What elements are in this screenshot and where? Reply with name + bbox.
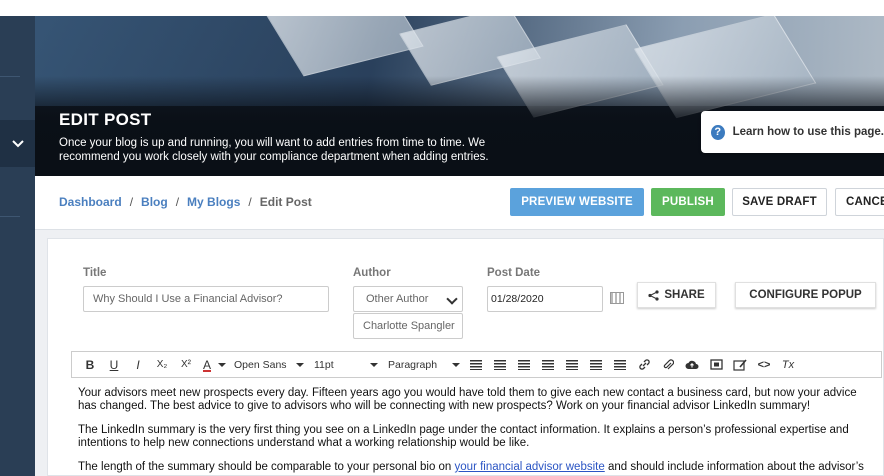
post-date-input[interactable]: 01/28/2020 — [487, 286, 603, 312]
caret-down-icon — [296, 363, 304, 367]
block-format-value: Paragraph — [388, 358, 438, 371]
sidebar-divider — [0, 216, 20, 217]
font-family-select[interactable]: Open Sans — [228, 352, 308, 377]
caret-down-icon — [370, 363, 378, 367]
superscript-button[interactable]: X² — [174, 352, 198, 377]
indent-icon[interactable] — [560, 352, 584, 377]
font-size-select[interactable]: 11pt — [308, 352, 382, 377]
share-button-label: SHARE — [664, 289, 705, 301]
breadcrumb-separator: / — [175, 195, 180, 209]
bullet-list-icon[interactable] — [584, 352, 608, 377]
font-size-value: 11pt — [314, 358, 334, 371]
link-icon[interactable] — [632, 352, 656, 377]
breadcrumb: Dashboard / Blog / My Blogs / Edit Post — [59, 195, 312, 209]
align-left-icon[interactable] — [464, 352, 488, 377]
breadcrumb-my-blogs[interactable]: My Blogs — [187, 195, 240, 209]
code-icon[interactable]: <> — [752, 352, 776, 377]
author-select[interactable]: Other Author — [353, 286, 463, 312]
title-input[interactable]: Why Should I Use a Financial Advisor? — [83, 286, 329, 312]
chevron-down-icon — [11, 139, 24, 147]
breadcrumb-dashboard[interactable]: Dashboard — [59, 195, 122, 209]
author-name-input[interactable]: Charlotte Spangler — [353, 313, 463, 339]
financial-advisor-website-link[interactable]: your financial advisor website — [455, 461, 605, 473]
font-family-value: Open Sans — [234, 358, 287, 371]
author-label: Author — [353, 267, 391, 279]
editor-text: The length of the summary should be comp… — [78, 461, 455, 473]
caret-down-icon — [218, 363, 226, 367]
breadcrumb-blog[interactable]: Blog — [141, 195, 168, 209]
sidebar-toggle[interactable] — [0, 120, 35, 167]
help-link-label: Learn how to use this page. — [732, 126, 884, 138]
help-link[interactable]: ? Learn how to use this page. — [701, 111, 884, 153]
editor-paragraph: Your advisors meet new prospects every d… — [78, 387, 857, 412]
save-draft-button[interactable]: SAVE DRAFT — [732, 188, 827, 216]
preview-website-button[interactable]: PREVIEW WEBSITE — [510, 188, 644, 216]
block-format-select[interactable]: Paragraph — [382, 352, 464, 377]
cancel-button[interactable]: CANCEL — [835, 188, 884, 216]
signature-icon[interactable] — [728, 352, 752, 377]
subscript-button[interactable]: X₂ — [150, 352, 174, 377]
align-center-icon[interactable] — [488, 352, 512, 377]
media-icon[interactable] — [704, 352, 728, 377]
page-subtitle: Once your blog is up and running, you wi… — [59, 137, 489, 163]
chevron-down-icon — [446, 293, 458, 305]
sidebar-divider — [0, 76, 20, 77]
cloud-upload-icon[interactable] — [680, 352, 704, 377]
clear-format-icon[interactable]: Tx — [776, 352, 800, 377]
publish-button[interactable]: PUBLISH — [651, 188, 725, 216]
caret-down-icon — [452, 363, 460, 367]
align-right-icon[interactable] — [512, 352, 536, 377]
attachment-icon[interactable] — [656, 352, 680, 377]
breadcrumb-separator: / — [248, 195, 252, 209]
title-label: Title — [83, 267, 107, 279]
font-color-dropdown[interactable] — [216, 352, 228, 377]
share-button[interactable]: SHARE — [637, 282, 716, 308]
editor-paragraph: The length of the summary should be comp… — [78, 461, 878, 474]
underline-button[interactable]: U — [102, 352, 126, 377]
numbered-list-icon[interactable] — [608, 352, 632, 377]
editor-content[interactable]: Your advisors meet new prospects every d… — [78, 387, 878, 476]
calendar-icon[interactable] — [610, 292, 624, 304]
sidebar-top-strip — [0, 0, 35, 16]
post-date-label: Post Date — [487, 267, 541, 279]
bold-button[interactable]: B — [78, 352, 102, 377]
editor-toolbar: B U I X₂ X² A Open Sans 11pt Paragraph <… — [71, 351, 882, 378]
breadcrumb-separator: / — [129, 195, 134, 209]
italic-button[interactable]: I — [126, 352, 150, 377]
top-strip — [35, 0, 884, 16]
sidebar — [0, 0, 35, 476]
breadcrumb-current: Edit Post — [259, 195, 312, 209]
author-select-value: Other Author — [366, 293, 429, 305]
configure-popup-button[interactable]: CONFIGURE POPUP — [735, 282, 876, 308]
question-icon: ? — [711, 124, 725, 140]
editor-text: and should include information about the… — [604, 461, 864, 473]
font-color-button[interactable]: A — [198, 352, 216, 377]
page-title: EDIT POST — [59, 110, 152, 129]
editor-paragraph: The LinkedIn summary is the very first t… — [78, 424, 849, 449]
outdent-icon[interactable] — [536, 352, 560, 377]
share-icon — [648, 289, 659, 301]
